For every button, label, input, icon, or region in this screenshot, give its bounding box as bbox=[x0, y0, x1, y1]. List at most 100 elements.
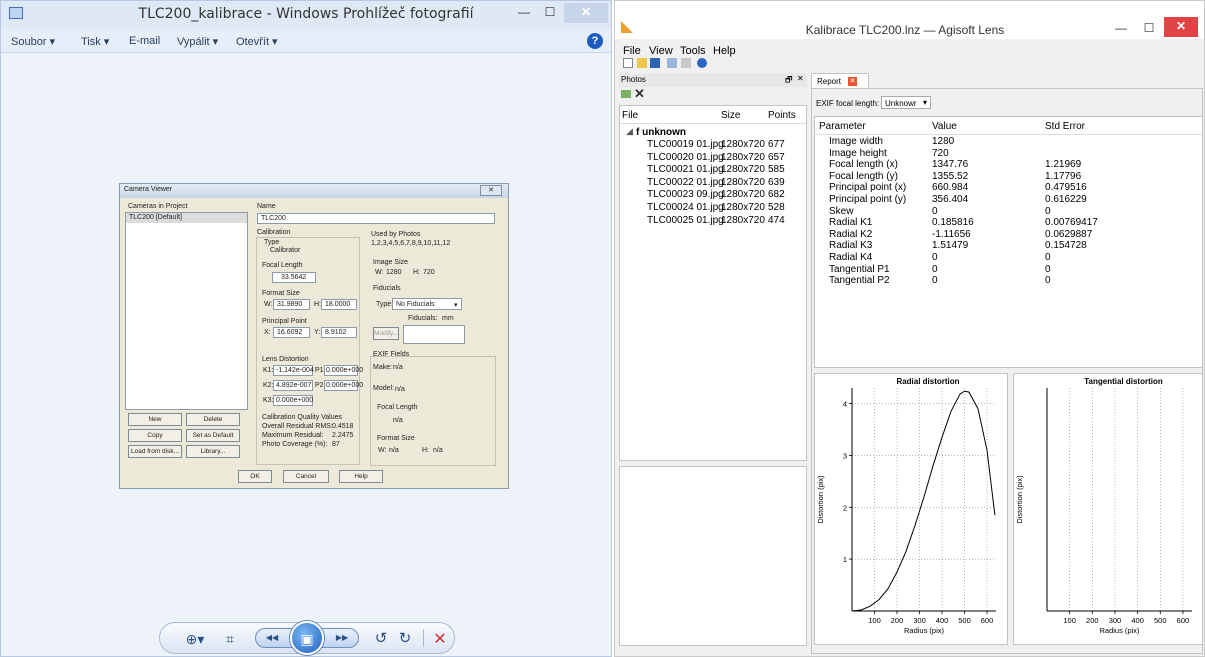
cameras-list[interactable]: TLC200 [Default] bbox=[125, 212, 248, 410]
exif-fs-w-label: W: bbox=[378, 447, 387, 454]
report-value: 720 bbox=[932, 147, 949, 159]
minimize-button[interactable]: — bbox=[511, 3, 537, 23]
tab-report[interactable]: Report ✕ bbox=[811, 73, 869, 89]
photo-row[interactable]: TLC00025 01.jpg 1280x720 474 bbox=[620, 215, 806, 227]
photo-preview-panel bbox=[619, 466, 807, 646]
name-field[interactable]: TLC200 bbox=[257, 213, 495, 224]
photo-file-name: TLC00020 01.jpg bbox=[647, 151, 724, 163]
report-col-std-error[interactable]: Std Error bbox=[1045, 121, 1085, 132]
fit-window-icon[interactable]: ⌗ bbox=[221, 631, 239, 648]
photo-row[interactable]: TLC00024 01.jpg 1280x720 528 bbox=[620, 202, 806, 214]
modify-button[interactable]: Modify... bbox=[373, 327, 399, 340]
photos-col-size[interactable]: Size bbox=[721, 110, 740, 121]
add-photos-icon[interactable] bbox=[621, 90, 631, 98]
set-default-button[interactable]: Set as Default bbox=[186, 429, 240, 442]
ok-button[interactable]: OK bbox=[238, 470, 272, 483]
remove-photos-icon[interactable]: ✕ bbox=[634, 86, 645, 102]
delete-camera-button[interactable]: Delete bbox=[186, 413, 240, 426]
exif-focal-length-value: n/a bbox=[393, 417, 403, 424]
exif-focal-length-select[interactable]: Unknowr ▾ bbox=[881, 96, 931, 109]
y-axis-label: Distortion (pix) bbox=[816, 475, 825, 524]
menu-vypalit[interactable]: Vypálit ▾ bbox=[177, 35, 218, 48]
help-icon-toolbar[interactable] bbox=[697, 58, 707, 68]
photos-col-file[interactable]: File bbox=[622, 110, 638, 121]
copy-button[interactable]: Copy bbox=[128, 429, 182, 442]
new-file-icon[interactable] bbox=[623, 58, 633, 68]
pp-x-field[interactable]: 16.6092 bbox=[273, 327, 310, 338]
delete-icon[interactable]: ✕ bbox=[431, 629, 449, 649]
name-value: TLC200 bbox=[261, 215, 286, 222]
pp-y-field[interactable]: 8.9102 bbox=[321, 327, 357, 338]
type-value: Calibrator bbox=[270, 247, 301, 254]
k2-field[interactable]: 4.892e-007 bbox=[273, 380, 313, 391]
menu-tools[interactable]: Tools bbox=[680, 45, 706, 57]
report-std-error: 1.21969 bbox=[1045, 159, 1082, 171]
k1-field[interactable]: -1.142e-004 bbox=[273, 365, 314, 376]
y-tick-label: 1 bbox=[843, 555, 847, 564]
save-icon[interactable] bbox=[650, 58, 660, 68]
camera-viewer-close-icon[interactable]: ✕ bbox=[480, 185, 502, 196]
format-w-field[interactable]: 31.9890 bbox=[273, 299, 310, 310]
close-tab-icon[interactable]: ✕ bbox=[848, 77, 857, 86]
p1-field[interactable]: 0.000e+000 bbox=[324, 365, 363, 376]
next-icon[interactable]: ▶▶ bbox=[329, 633, 355, 642]
rotate-cw-icon[interactable]: ↻ bbox=[397, 629, 413, 647]
k1-value: -1.142e-004 bbox=[276, 367, 314, 374]
menu-help[interactable]: Help bbox=[713, 45, 736, 57]
fiducials-field[interactable] bbox=[403, 325, 465, 344]
exif-fs-w-value: n/a bbox=[389, 447, 399, 454]
photo-file-name: TLC00021 01.jpg bbox=[647, 164, 724, 176]
menu-otevrit[interactable]: Otevřít ▾ bbox=[236, 35, 278, 48]
photos-col-points[interactable]: Points bbox=[768, 110, 796, 121]
agisoft-minimize-button[interactable]: — bbox=[1108, 19, 1134, 39]
report-col-parameter[interactable]: Parameter bbox=[819, 121, 866, 132]
photo-viewer-titlebar: TLC200_kalibrace - Windows Prohlížeč fot… bbox=[1, 1, 611, 29]
open-folder-icon[interactable] bbox=[637, 58, 647, 68]
close-button[interactable]: ✕ bbox=[564, 3, 608, 23]
new-button[interactable]: New bbox=[128, 413, 182, 426]
photo-row[interactable]: TLC00023 09.jpg 1280x720 682 bbox=[620, 189, 806, 201]
used-by-label: Used by Photos bbox=[371, 231, 421, 238]
make-label: Make: bbox=[373, 364, 393, 371]
max-residual-label: Maximum Residual: bbox=[262, 432, 324, 439]
p2-value: 0.000e+000 bbox=[326, 382, 364, 389]
help-button[interactable]: Help bbox=[339, 470, 383, 483]
float-panel-icon[interactable]: 🗗 bbox=[785, 74, 793, 88]
focal-length-field[interactable]: 33.5642 bbox=[272, 272, 316, 283]
previous-icon[interactable]: ◀◀ bbox=[259, 633, 285, 642]
photo-row[interactable]: TLC00022 01.jpg 1280x720 639 bbox=[620, 177, 806, 189]
cancel-button[interactable]: Cancel bbox=[283, 470, 329, 483]
zoom-icon[interactable]: ⊕▾ bbox=[181, 631, 209, 648]
report-table-panel: Parameter Value Std Error Image width 128… bbox=[814, 116, 1203, 368]
photo-points: 639 bbox=[768, 176, 785, 188]
calibrate-icon[interactable] bbox=[667, 58, 677, 68]
maximize-button[interactable]: ☐ bbox=[537, 3, 563, 23]
report-col-value[interactable]: Value bbox=[932, 121, 957, 132]
exif-focal-length-value-report: Unknowr bbox=[885, 99, 917, 108]
close-panel-icon[interactable]: ✕ bbox=[797, 74, 804, 83]
fiducial-type-select[interactable]: No Fiducials ▾ bbox=[392, 298, 462, 310]
expand-arrow-icon[interactable]: ◢ bbox=[626, 126, 633, 137]
photo-group-label[interactable]: f unknown bbox=[636, 127, 686, 138]
load-from-disk-button[interactable]: Load from disk... bbox=[128, 445, 182, 458]
menu-file[interactable]: File bbox=[623, 45, 641, 57]
report-parameter: Radial K4 bbox=[829, 252, 873, 263]
report-row: Focal length (y) 1355.52 1.17796 bbox=[815, 171, 1202, 182]
k3-field[interactable]: 0.000e+000 bbox=[273, 395, 313, 406]
p2-field[interactable]: 0.000e+000 bbox=[324, 380, 363, 391]
photo-row[interactable]: TLC00020 01.jpg 1280x720 657 bbox=[620, 152, 806, 164]
photo-row[interactable]: TLC00019 01.jpg 1280x720 677 bbox=[620, 139, 806, 151]
rotate-ccw-icon[interactable]: ↺ bbox=[373, 629, 389, 647]
agisoft-close-button[interactable]: ✕ bbox=[1164, 17, 1198, 37]
menu-email[interactable]: E-mail bbox=[129, 35, 160, 47]
menu-soubor[interactable]: Soubor ▾ bbox=[11, 35, 55, 48]
photo-row[interactable]: TLC00021 01.jpg 1280x720 585 bbox=[620, 164, 806, 176]
calibration-label: Calibration bbox=[257, 229, 291, 236]
help-icon[interactable]: ? bbox=[587, 33, 603, 49]
camera-icon[interactable] bbox=[681, 58, 691, 68]
format-h-field[interactable]: 18.0000 bbox=[321, 299, 357, 310]
menu-tisk[interactable]: Tisk ▾ bbox=[81, 35, 109, 48]
menu-view[interactable]: View bbox=[649, 45, 673, 57]
library-button[interactable]: Library... bbox=[186, 445, 240, 458]
agisoft-maximize-button[interactable]: ☐ bbox=[1136, 19, 1162, 39]
